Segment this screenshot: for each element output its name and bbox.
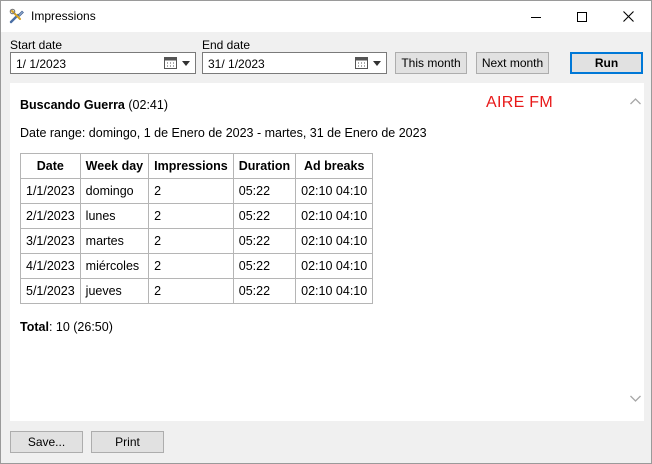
program-duration: (02:41): [128, 98, 168, 112]
cell-week-day: martes: [79, 228, 150, 254]
cell-ad-breaks: 02:10 04:10: [295, 203, 374, 229]
cell-duration: 05:22: [232, 178, 297, 204]
cell-duration: 05:22: [232, 278, 297, 304]
program-title: Buscando Guerra: [20, 98, 125, 112]
end-date-label: End date: [202, 38, 251, 52]
column-header-ad-breaks: Ad breaks: [295, 153, 374, 179]
cell-duration: 05:22: [232, 228, 297, 254]
cell-duration: 05:22: [232, 253, 297, 279]
cell-date: 4/1/2023: [20, 253, 81, 279]
window-title: Impressions: [31, 9, 96, 23]
cell-ad-breaks: 02:10 04:10: [295, 278, 374, 304]
report-heading: Buscando Guerra (02:41): [20, 98, 168, 112]
total-line: Total: 10 (26:50): [20, 320, 113, 334]
save-button[interactable]: Save...: [10, 431, 83, 453]
calendar-icon[interactable]: [164, 57, 177, 69]
report-panel[interactable]: Buscando Guerra (02:41) AIRE FM Date ran…: [10, 83, 644, 421]
cell-date: 2/1/2023: [20, 203, 81, 229]
end-date-value: 31/ 1/2023: [208, 57, 265, 71]
print-button[interactable]: Print: [91, 431, 164, 453]
cell-impressions: 2: [148, 253, 234, 279]
cell-impressions: 2: [148, 228, 234, 254]
cell-date: 1/1/2023: [20, 178, 81, 204]
cell-date: 5/1/2023: [20, 278, 81, 304]
chevron-down-icon[interactable]: [373, 61, 381, 66]
minimize-button[interactable]: [513, 1, 559, 32]
impressions-window: Impressions Start date 1/ 1/2023 End dat…: [0, 0, 652, 464]
start-date-picker[interactable]: 1/ 1/2023: [10, 52, 196, 74]
cell-ad-breaks: 02:10 04:10: [295, 178, 374, 204]
maximize-button[interactable]: [559, 1, 605, 32]
cell-impressions: 2: [148, 178, 234, 204]
column-header-duration: Duration: [232, 153, 297, 179]
cell-week-day: miércoles: [79, 253, 150, 279]
date-range-text: Date range: domingo, 1 de Enero de 2023 …: [20, 126, 427, 140]
tools-icon: [9, 8, 24, 24]
next-month-button[interactable]: Next month: [476, 52, 549, 74]
table-header-row: Date Week day Impressions Duration Ad br…: [20, 153, 374, 179]
cell-ad-breaks: 02:10 04:10: [295, 228, 374, 254]
scroll-down-icon[interactable]: [630, 395, 641, 402]
cell-ad-breaks: 02:10 04:10: [295, 253, 374, 279]
cell-date: 3/1/2023: [20, 228, 81, 254]
total-value: : 10 (26:50): [48, 320, 113, 334]
cell-impressions: 2: [148, 278, 234, 304]
cell-impressions: 2: [148, 203, 234, 229]
title-bar: Impressions: [1, 1, 651, 32]
scroll-up-icon[interactable]: [630, 98, 641, 105]
cell-week-day: lunes: [79, 203, 150, 229]
impressions-table: Date Week day Impressions Duration Ad br…: [20, 153, 374, 304]
station-name: AIRE FM: [486, 94, 553, 111]
run-button[interactable]: Run: [570, 52, 643, 74]
column-header-week-day: Week day: [79, 153, 150, 179]
start-date-label: Start date: [10, 38, 63, 52]
this-month-button[interactable]: This month: [395, 52, 467, 74]
table-row: 2/1/2023 lunes 2 05:22 02:10 04:10: [20, 203, 374, 229]
total-label: Total: [20, 320, 49, 334]
cell-duration: 05:22: [232, 203, 297, 229]
calendar-icon[interactable]: [355, 57, 368, 69]
close-icon: [622, 11, 634, 22]
minimize-icon: [531, 16, 541, 18]
table-row: 4/1/2023 miércoles 2 05:22 02:10 04:10: [20, 253, 374, 279]
table-row: 3/1/2023 martes 2 05:22 02:10 04:10: [20, 228, 374, 254]
cell-week-day: jueves: [79, 278, 150, 304]
start-date-value: 1/ 1/2023: [16, 57, 67, 71]
table-row: 5/1/2023 jueves 2 05:22 02:10 04:10: [20, 278, 374, 304]
end-date-picker[interactable]: 31/ 1/2023: [202, 52, 387, 74]
column-header-impressions: Impressions: [148, 153, 234, 179]
cell-week-day: domingo: [79, 178, 150, 204]
chevron-down-icon[interactable]: [182, 61, 190, 66]
maximize-icon: [577, 11, 587, 22]
close-button[interactable]: [605, 1, 651, 32]
vertical-scrollbar[interactable]: [627, 83, 644, 421]
column-header-date: Date: [20, 153, 81, 179]
table-row: 1/1/2023 domingo 2 05:22 02:10 04:10: [20, 178, 374, 204]
